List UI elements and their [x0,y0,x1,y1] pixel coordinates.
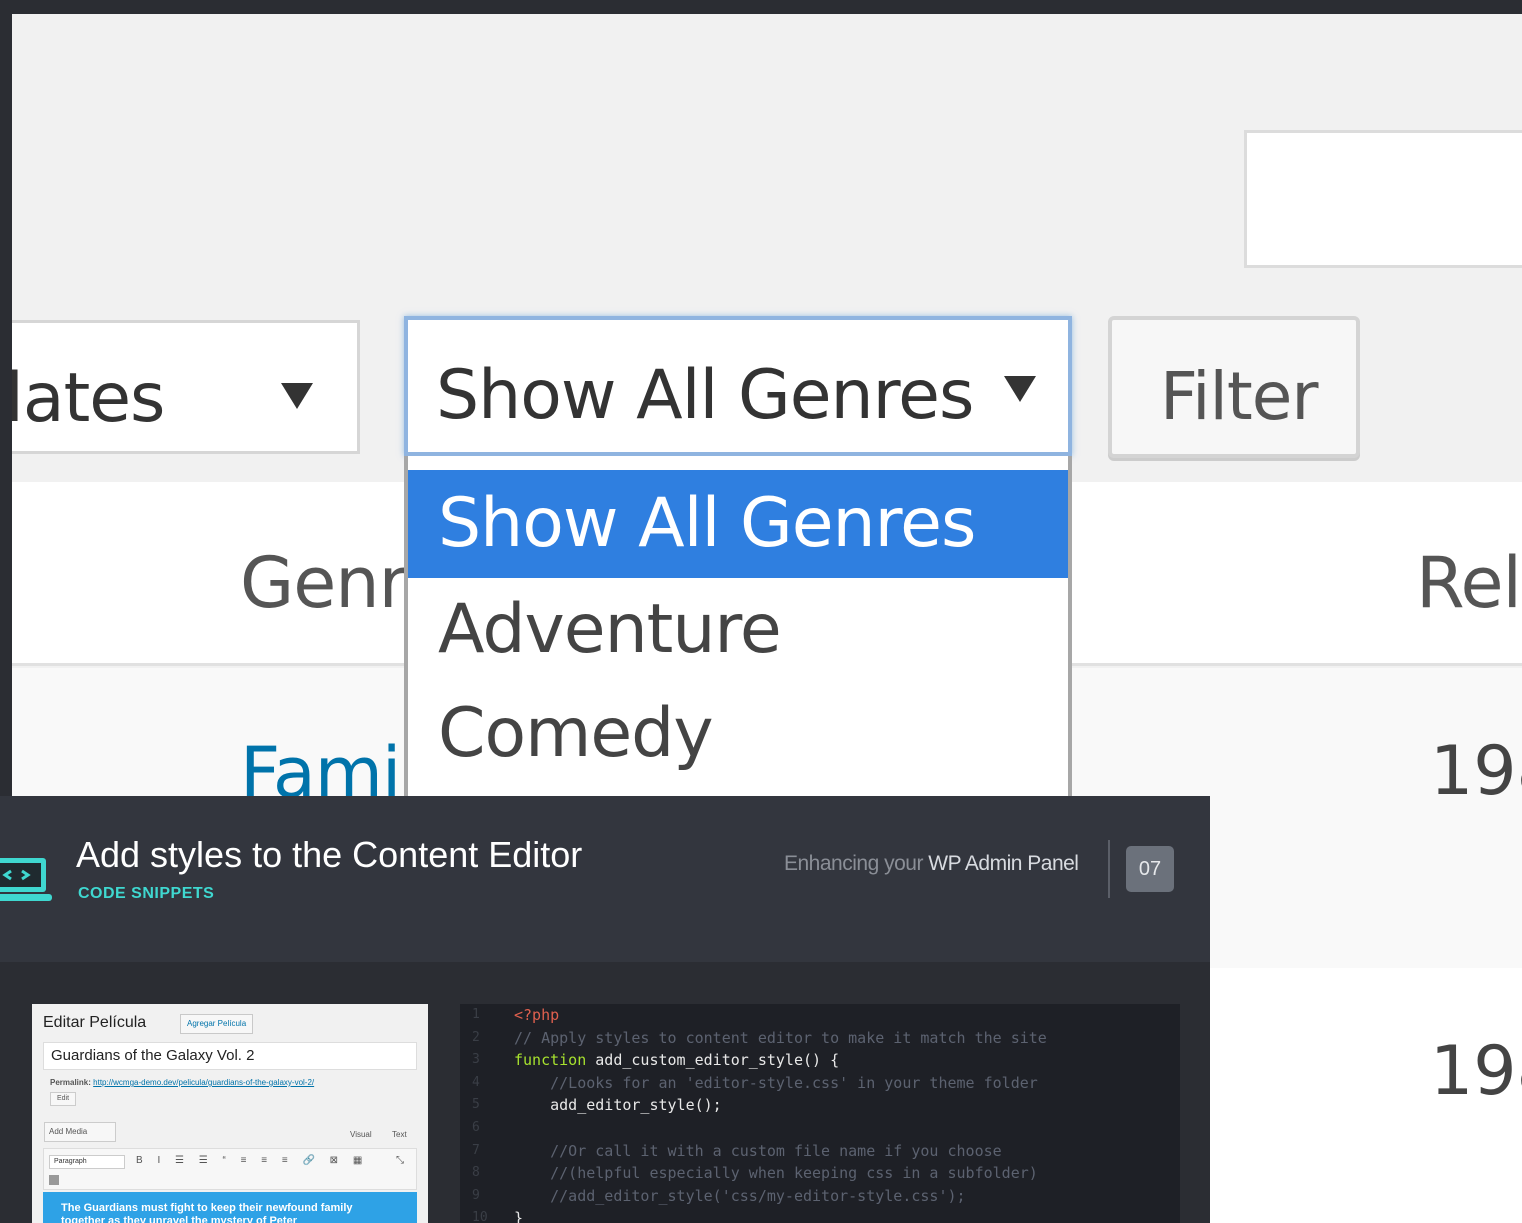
expand-icon[interactable]: ⤡ [396,1155,404,1166]
tagline-dim: Enhancing your [784,852,929,875]
editor-toolbar: Paragraph B I ☰ ☰ “ ≡ ≡ ≡ 🔗 ⊠ ▦ ⤡ [43,1148,417,1190]
code-text: //Looks for an 'editor-style.css' in you… [514,1073,1038,1092]
editor-heading: Editar Película [43,1014,147,1031]
format-select[interactable]: Paragraph [49,1155,125,1169]
code-line: 10} [460,1207,1180,1223]
add-media-button[interactable]: Add Media [44,1122,116,1142]
dropdown-arrow-icon [1004,376,1036,402]
code-text: add_editor_style(); [514,1096,722,1115]
genre-filter-select[interactable]: Show All Genres [404,316,1072,456]
line-number: 10 [472,1210,488,1223]
tagline-bright: WP Admin Panel [928,852,1079,875]
column-header-release[interactable]: Rel [1416,542,1522,624]
line-number: 3 [472,1052,480,1068]
line-number: 2 [472,1029,480,1045]
code-line: 7 //Or call it with a custom file name i… [460,1140,1180,1163]
editor-preview-screenshot: Editar Película Agregar Película Guardia… [32,1004,428,1223]
permalink: Permalink: http://wcmga-demo.dev/pelicul… [50,1078,314,1087]
code-text: function add_custom_editor_style() { [514,1049,839,1072]
search-input[interactable] [1244,130,1522,268]
line-number: 5 [472,1097,480,1113]
code-line: 2 // Apply styles to content editor to ma… [460,1027,1180,1050]
toolbar-toggle-icon[interactable] [49,1175,59,1185]
genre-option-comedy[interactable]: Comedy [408,680,1068,788]
code-token: add_custom_editor_style() { [595,1051,840,1070]
editor-content[interactable]: The Guardians must fight to keep their n… [43,1192,417,1223]
slide-tagline: Enhancing your WP Admin Panel [784,852,1079,876]
permalink-label: Permalink: [50,1078,91,1087]
line-number: 4 [472,1074,480,1090]
add-movie-button[interactable]: Agregar Película [180,1014,254,1034]
genre-dropdown-list: Show All Genres Adventure Comedy [404,456,1072,816]
line-number: 8 [472,1165,480,1181]
code-line: 6 [460,1117,1180,1140]
line-number: 6 [472,1119,480,1135]
filter-button[interactable]: Filter [1108,316,1360,458]
genre-option-all[interactable]: Show All Genres [408,470,1068,578]
formatting-icons[interactable]: B I ☰ ☰ “ ≡ ≡ ≡ 🔗 ⊠ ▦ [136,1155,368,1166]
code-line: 8 //(helpful especially when keeping css… [460,1162,1180,1185]
header-divider [1108,840,1110,898]
dropdown-arrow-icon [281,383,313,409]
line-number: 9 [472,1187,480,1203]
edit-permalink-button[interactable]: Edit [50,1092,76,1106]
line-number: 1 [472,1007,480,1022]
code-line: 3 function add_custom_editor_style() { [460,1049,1180,1072]
dates-filter-label: lates [12,359,165,438]
code-text: // Apply styles to content editor to mak… [514,1028,1047,1047]
genre-filter-label: Show All Genres [436,356,974,435]
code-text: //Or call it with a custom file name if … [514,1141,1002,1160]
slide-header: Add styles to the Content Editor CODE SN… [0,796,1210,962]
code-line: 4 //Looks for an 'editor-style.css' in y… [460,1072,1180,1095]
genre-option-adventure[interactable]: Adventure [408,576,1068,684]
release-year: 198 [1430,732,1522,811]
code-text: } [514,1209,524,1223]
code-snippet: 1 <?php 2 // Apply styles to content editor… [460,1004,1180,1223]
code-text: <?php [514,1006,560,1024]
code-text: //(helpful especially when keeping css i… [514,1164,1038,1183]
code-keyword: function [514,1051,596,1070]
dates-filter-select[interactable]: lates [12,320,360,454]
slide-subtitle: CODE SNIPPETS [78,885,215,902]
filter-button-label: Filter [1160,358,1318,435]
tab-visual[interactable]: Visual [350,1130,372,1139]
permalink-link[interactable]: http://wcmga-demo.dev/pelicula/guardians… [93,1078,314,1087]
slide-card: Add styles to the Content Editor CODE SN… [0,796,1210,1223]
code-line: 1 <?php [460,1004,1180,1027]
slide-title: Add styles to the Content Editor [76,834,583,875]
tab-text[interactable]: Text [392,1130,407,1139]
code-text: //add_editor_style('css/my-editor-style.… [514,1186,966,1205]
code-laptop-icon [0,858,52,901]
code-line: 5 add_editor_style(); [460,1094,1180,1117]
line-number: 7 [472,1142,480,1158]
release-year: 198 [1430,1032,1522,1111]
post-title-field[interactable]: Guardians of the Galaxy Vol. 2 [43,1042,417,1070]
slide-number-badge: 07 [1126,846,1174,892]
column-header-genre[interactable]: Genr [240,542,407,624]
code-line: 9 //add_editor_style('css/my-editor-styl… [460,1185,1180,1208]
